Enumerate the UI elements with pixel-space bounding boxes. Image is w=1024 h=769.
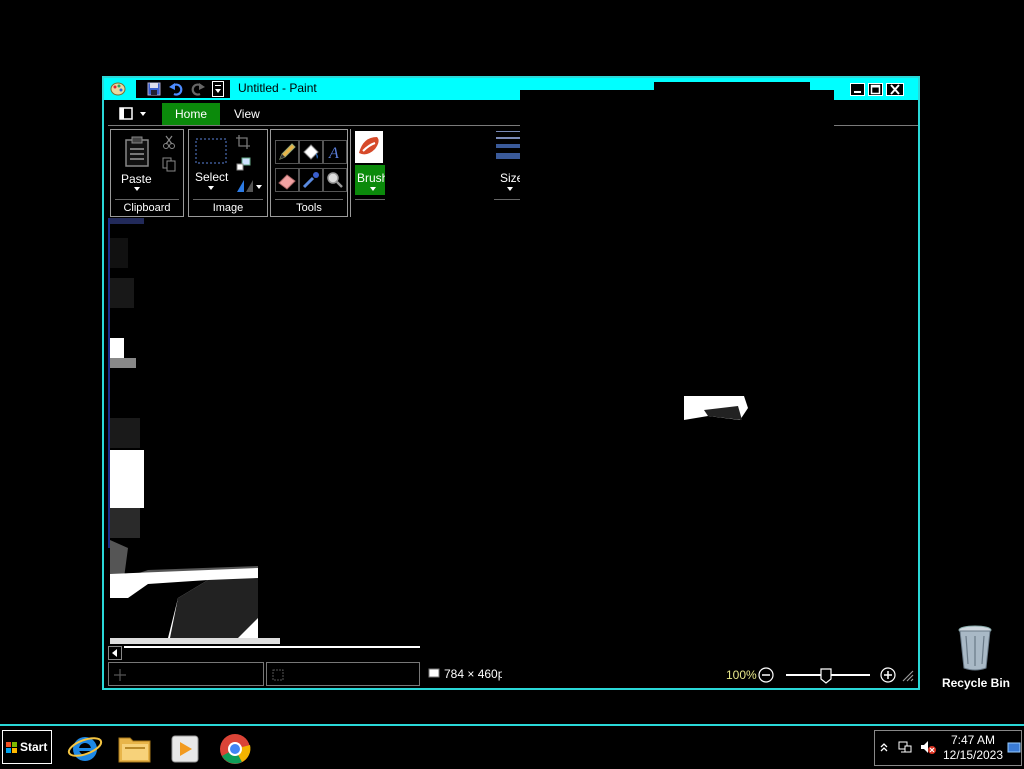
clock-date: 12/15/2023 (942, 748, 1004, 762)
recycle-bin-icon (958, 625, 992, 671)
zoom-slider-thumb[interactable] (820, 668, 832, 684)
media-player-icon (171, 735, 199, 763)
selection-size-icon (272, 669, 284, 681)
maximize-button[interactable] (868, 83, 883, 96)
show-desktop-icon (1007, 742, 1021, 753)
zoom-controls: 100% (724, 666, 916, 686)
scroll-track[interactable] (124, 646, 420, 660)
tab-home[interactable]: Home (162, 103, 220, 125)
chevron-down-icon (370, 187, 376, 191)
show-hidden-icons-icon[interactable] (879, 741, 889, 755)
cursor-position-icon (114, 669, 126, 681)
eraser-icon[interactable] (275, 168, 299, 192)
clipboard-group-label: Clipboard (123, 202, 171, 214)
image-group-label: Image (212, 202, 244, 214)
customize-qat-icon[interactable] (212, 81, 224, 97)
pencil-icon[interactable] (275, 140, 299, 164)
chevron-down-icon (507, 187, 513, 191)
zoom-in-icon[interactable] (880, 667, 896, 683)
image-size-text: 784 × 460px (444, 667, 502, 681)
image-size-panel: 784 × 460px (424, 662, 502, 686)
select-label: Select (195, 170, 229, 184)
folder-icon (118, 737, 151, 763)
selection-size-panel (266, 662, 420, 686)
scroll-left-arrow-icon[interactable] (108, 646, 122, 660)
resize-grip-icon[interactable] (900, 668, 914, 682)
cursor-position-panel (108, 662, 264, 686)
text-tool-icon[interactable]: A (323, 140, 347, 164)
start-label: Start (20, 740, 48, 754)
resize-icon[interactable] (235, 156, 251, 172)
zoom-level-text: 100% (726, 668, 757, 682)
recycle-bin-label: Recycle Bin (941, 676, 1011, 690)
status-bar: 784 × 460px 100% (106, 662, 918, 688)
redo-icon[interactable] (190, 81, 208, 97)
recycle-bin[interactable]: Recycle Bin (938, 624, 1014, 694)
select-rectangle-icon (195, 138, 227, 164)
select-button[interactable]: Select (193, 136, 229, 196)
color-picker-icon[interactable] (299, 168, 323, 192)
tab-view[interactable]: View (234, 103, 260, 125)
minimize-button[interactable] (850, 83, 865, 96)
chevron-down-icon (134, 187, 140, 191)
crop-icon[interactable] (235, 134, 251, 150)
horizontal-scrollbar[interactable] (108, 646, 420, 660)
rendering-artifact (520, 90, 834, 220)
paste-button[interactable]: Paste (121, 136, 155, 194)
paste-label: Paste (121, 172, 152, 186)
canvas-drawing (108, 218, 748, 644)
notification-area: 7:47 AM 12/15/2023 (874, 730, 1022, 766)
tools-group: A Tools (270, 129, 348, 217)
paint-app-icon[interactable] (110, 82, 126, 96)
tools-group-label: Tools (296, 202, 322, 214)
line-size-icon (496, 131, 522, 159)
start-button[interactable]: Start (2, 730, 52, 764)
clipboard-icon (125, 136, 149, 167)
show-desktop-button[interactable] (1007, 739, 1021, 757)
close-button[interactable] (886, 83, 904, 96)
fill-bucket-icon[interactable] (299, 140, 323, 164)
windows-logo-icon (6, 742, 17, 753)
svg-text:A: A (328, 145, 339, 162)
image-group: Select Image (188, 129, 268, 217)
clock-time: 7:47 AM (950, 733, 996, 747)
window-title: Untitled - Paint (238, 81, 317, 95)
brushes-label: Brushes (357, 171, 385, 185)
status-artifact (502, 662, 724, 688)
brushes-button[interactable]: Brushes (350, 129, 385, 217)
cut-icon[interactable] (161, 134, 177, 150)
chevron-down-icon (208, 186, 214, 190)
taskbar: Start 7:47 AM 12/15/2023 (0, 724, 1024, 768)
rotate-button[interactable] (235, 178, 263, 194)
taskbar-internet-explorer[interactable] (66, 730, 104, 766)
magnifier-icon[interactable] (323, 168, 347, 192)
taskbar-chrome[interactable] (216, 730, 254, 766)
save-icon[interactable] (146, 81, 164, 97)
clipboard-group: Paste Clipboard (110, 129, 184, 217)
taskbar-media-player[interactable] (166, 730, 204, 766)
image-size-icon (428, 668, 440, 678)
quick-access-toolbar (136, 80, 230, 98)
paint-window: Untitled - Paint Home View Paste Clipboa… (102, 76, 920, 690)
undo-icon[interactable] (168, 81, 186, 97)
file-menu-button[interactable] (110, 104, 154, 124)
brush-icon (355, 131, 383, 163)
taskbar-file-explorer[interactable] (116, 730, 154, 766)
clock[interactable]: 7:47 AM 12/15/2023 (941, 733, 1005, 765)
volume-muted-icon[interactable] (919, 739, 937, 755)
rotate-icon (237, 180, 262, 192)
ie-icon (67, 737, 103, 761)
copy-icon[interactable] (161, 156, 177, 172)
network-icon[interactable] (897, 739, 913, 755)
zoom-out-icon[interactable] (758, 667, 774, 683)
canvas-area[interactable] (108, 218, 916, 646)
chrome-icon (220, 734, 251, 764)
